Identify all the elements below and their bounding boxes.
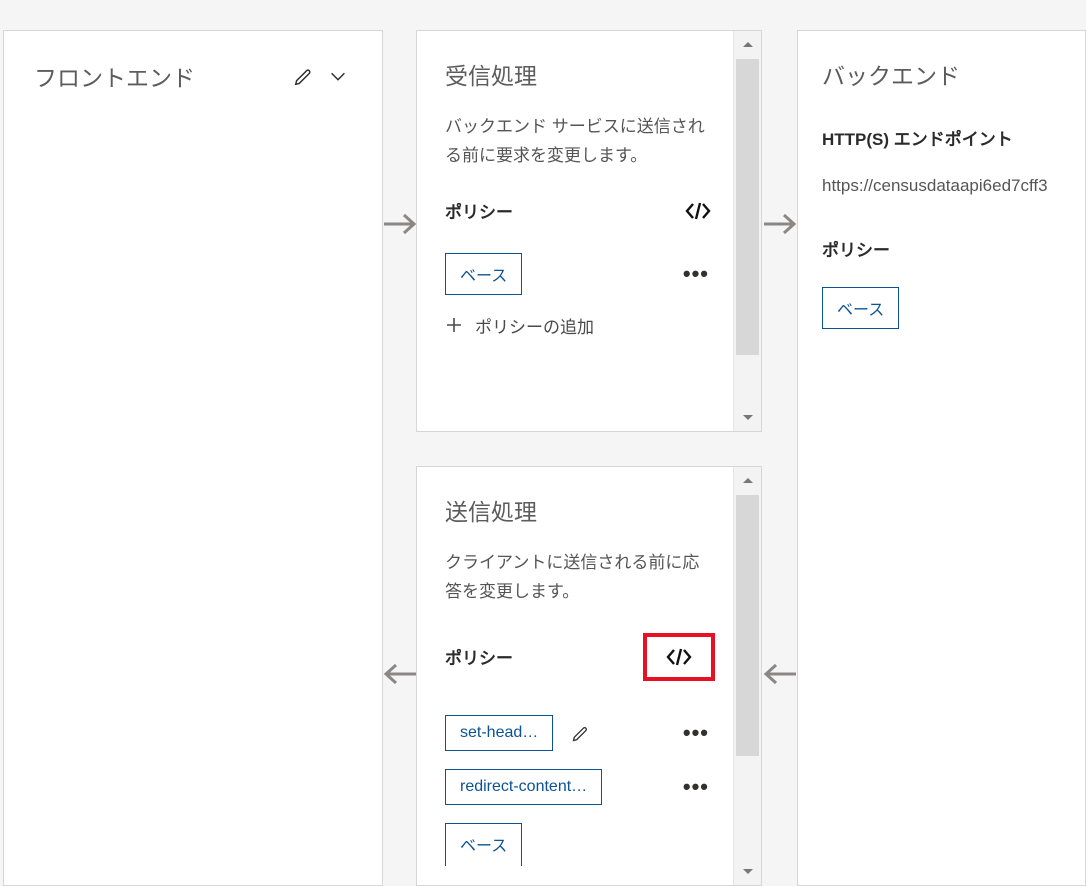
pencil-icon[interactable] — [569, 719, 593, 747]
arrow-right-icon — [382, 210, 418, 238]
backend-title: バックエンド — [822, 57, 1085, 91]
scroll-up-icon[interactable] — [734, 31, 761, 59]
scroll-up-icon[interactable] — [734, 467, 761, 495]
more-icon[interactable]: ••• — [677, 261, 715, 287]
more-icon[interactable]: ••• — [677, 774, 715, 800]
code-icon-highlighted[interactable] — [643, 633, 715, 681]
arrow-left-icon — [382, 660, 418, 688]
scroll-thumb[interactable] — [736, 59, 759, 355]
outbound-panel: 送信処理 クライアントに送信される前に応答を変更します。 ポリシー set-he… — [416, 466, 762, 886]
backend-policy-label: ポリシー — [822, 236, 1085, 261]
scroll-track[interactable] — [734, 495, 761, 857]
frontend-title: フロントエンド — [34, 59, 290, 93]
scrollbar[interactable] — [733, 31, 761, 431]
add-policy-button[interactable]: ポリシーの追加 — [445, 313, 715, 338]
outbound-description: クライアントに送信される前に応答を変更します。 — [445, 549, 705, 607]
policy-tag-base[interactable]: ベース — [445, 823, 522, 866]
scroll-track[interactable] — [734, 59, 761, 403]
scroll-down-icon[interactable] — [734, 403, 761, 431]
outbound-policy-label: ポリシー — [445, 644, 513, 669]
inbound-title: 受信処理 — [445, 57, 715, 91]
code-icon[interactable] — [681, 197, 715, 225]
arrow-right-icon — [762, 210, 798, 238]
inbound-panel: 受信処理 バックエンド サービスに送信される前に要求を変更します。 ポリシー ベ… — [416, 30, 762, 432]
add-policy-label: ポリシーの追加 — [475, 313, 594, 338]
policy-tag-set-header[interactable]: set-head… — [445, 715, 553, 751]
backend-panel: バックエンド HTTP(S) エンドポイント https://censusdat… — [797, 30, 1086, 886]
policy-tag-redirect[interactable]: redirect-content… — [445, 769, 602, 805]
scroll-thumb[interactable] — [736, 495, 759, 756]
scrollbar[interactable] — [733, 467, 761, 885]
plus-icon — [445, 316, 463, 334]
backend-endpoint-url: https://censusdataapi6ed7cff3 — [822, 176, 1085, 196]
outbound-title: 送信処理 — [445, 493, 715, 527]
backend-endpoint-label: HTTP(S) エンドポイント — [822, 125, 1085, 150]
more-icon[interactable]: ••• — [677, 720, 715, 746]
inbound-policy-label: ポリシー — [445, 198, 513, 223]
frontend-panel: フロントエンド — [3, 30, 383, 886]
inbound-description: バックエンド サービスに送信される前に要求を変更します。 — [445, 113, 705, 171]
policy-tag-base[interactable]: ベース — [822, 287, 899, 329]
scroll-down-icon[interactable] — [734, 857, 761, 885]
chevron-down-icon[interactable] — [324, 62, 352, 90]
policy-tag-base[interactable]: ベース — [445, 253, 522, 295]
arrow-left-icon — [762, 660, 798, 688]
pencil-icon[interactable] — [290, 62, 318, 90]
